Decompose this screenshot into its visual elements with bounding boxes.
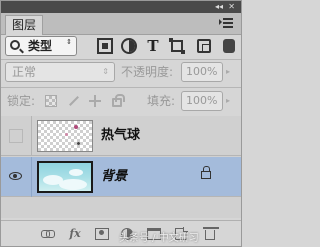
delete-layer-icon[interactable] xyxy=(203,227,219,240)
fill-slider-arrow-icon[interactable]: ▸ xyxy=(226,91,230,111)
filter-toggle-switch[interactable] xyxy=(223,39,235,53)
layer-thumbnail xyxy=(37,120,93,152)
layer-list: 热气球 背景 xyxy=(1,116,241,218)
filter-type-label: 类型 xyxy=(28,39,53,53)
blend-row: 正常 ⇕ 不透明度: 100% ▸ xyxy=(1,62,241,84)
balloon-dot xyxy=(77,142,80,145)
panel-title-bar: ◂◂ ✕ xyxy=(1,1,241,13)
text-filter-icon[interactable]: T xyxy=(145,38,161,54)
layer-filter-row: 类型 ⇕ T xyxy=(1,36,241,58)
collapse-panel-icon[interactable]: ◂◂ xyxy=(215,1,223,13)
adjustment-filter-icon[interactable] xyxy=(121,38,137,54)
cloud-shape xyxy=(69,169,83,176)
blend-dropdown-arrow-icon: ⇕ xyxy=(102,67,109,76)
layer-row-balloons[interactable]: 热气球 xyxy=(1,116,241,156)
fill-label: 填充: xyxy=(147,94,176,108)
link-layers-icon[interactable] xyxy=(41,228,55,240)
opacity-slider-arrow-icon[interactable]: ▸ xyxy=(226,62,230,82)
image-filter-icon[interactable] xyxy=(97,38,113,54)
cloud-shape xyxy=(59,179,87,190)
divider xyxy=(1,87,241,88)
close-panel-icon[interactable]: ✕ xyxy=(228,1,235,13)
filter-type-select[interactable]: 类型 ⇕ xyxy=(5,36,77,56)
add-mask-icon[interactable] xyxy=(95,228,109,240)
layer-thumbnail xyxy=(37,161,93,193)
layer-row-background[interactable]: 背景 xyxy=(1,157,241,197)
blend-mode-select[interactable]: 正常 ⇕ xyxy=(5,62,115,82)
divider xyxy=(1,59,241,60)
eye-icon xyxy=(9,172,22,180)
layer-lock-icon xyxy=(201,166,211,179)
layer-name[interactable]: 背景 xyxy=(101,157,127,197)
search-icon xyxy=(10,40,20,50)
layer-name[interactable]: 热气球 xyxy=(101,116,140,156)
opacity-field[interactable]: 100% xyxy=(181,62,223,82)
tab-bar: 图层 xyxy=(1,13,241,35)
watermark-text: 头条号 / 中文研习 xyxy=(119,233,199,244)
smart-object-filter-icon[interactable] xyxy=(197,39,211,53)
opacity-label: 不透明度: xyxy=(121,65,174,79)
shape-filter-icon[interactable] xyxy=(169,38,185,54)
visibility-toggle-off[interactable] xyxy=(9,129,23,143)
tab-layers[interactable]: 图层 xyxy=(5,15,43,35)
lock-row: 锁定: 填充: 100% ▸ xyxy=(1,91,241,113)
panel-menu-icon[interactable] xyxy=(219,16,235,30)
balloon-dot xyxy=(74,125,78,129)
layers-panel: ◂◂ ✕ 图层 类型 ⇕ T 正常 ⇕ 不透明度: 100% ▸ 锁定: 填充:… xyxy=(0,0,242,247)
visibility-toggle-on[interactable] xyxy=(9,170,23,184)
fx-icon[interactable]: fx xyxy=(67,228,83,240)
lock-brush-icon[interactable] xyxy=(67,95,79,107)
filter-dropdown-arrow-icon: ⇕ xyxy=(66,38,72,46)
lock-position-icon[interactable] xyxy=(89,95,101,107)
lock-all-icon[interactable] xyxy=(112,94,125,107)
balloon-dot xyxy=(65,133,68,136)
lock-label: 锁定: xyxy=(7,94,36,108)
blend-mode-value: 正常 xyxy=(12,65,37,79)
fill-field[interactable]: 100% xyxy=(181,91,223,111)
lock-transparent-icon[interactable] xyxy=(45,95,57,107)
